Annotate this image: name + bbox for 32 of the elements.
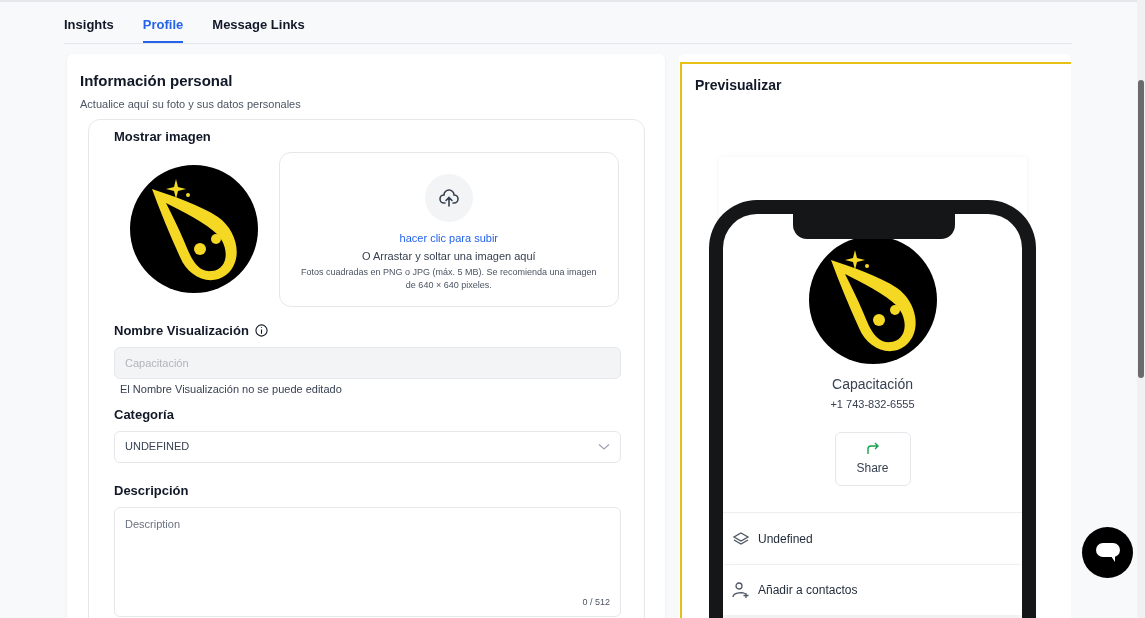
profile-name: Capacitación — [832, 374, 913, 394]
chat-bubble-icon — [1094, 541, 1121, 564]
profile-list-item[interactable]: Undefined — [723, 514, 1022, 564]
character-counter: 0 / 512 — [582, 595, 610, 609]
chat-button[interactable] — [1082, 527, 1133, 578]
share-arrow-icon — [865, 441, 880, 455]
upload-hint: Fotos cuadradas en PNG o JPG (máx. 5 MB). Se recomienda una imagen de 640 × 640 pixeles. — [299, 266, 598, 292]
field-label: Nombre Visualización — [114, 322, 249, 340]
item-label: Undefined — [758, 531, 813, 548]
chevron-down-icon — [598, 442, 610, 451]
upload-link[interactable]: hacer clic para subir — [399, 230, 498, 247]
tab[interactable]: Insights — [64, 15, 114, 43]
add-user-icon — [732, 581, 750, 599]
section-title: Previsualizar — [695, 75, 782, 95]
field-label: Descripción — [114, 481, 190, 500]
field-label: Mostrar imagen — [114, 127, 212, 146]
info-icon — [254, 324, 268, 338]
upload-icon — [424, 174, 473, 222]
share-button[interactable]: Share — [834, 432, 911, 486]
upload-text: O Arrastar y soltar una imagen aquí — [361, 248, 536, 264]
tab[interactable]: Profile — [142, 15, 184, 43]
section-subtitle: Actualice aquí su foto y sus datos personales — [80, 97, 302, 112]
field-note: El Nombre Visualización no se puede editado — [120, 381, 343, 397]
category-select[interactable]: UNDEFINED — [114, 430, 621, 463]
item-label: Añadir a contactos — [758, 582, 858, 599]
tab[interactable]: Message Links — [212, 15, 305, 43]
section-title: Información personal — [80, 70, 234, 91]
field-label: Categoría — [114, 406, 175, 424]
profile-list-item[interactable]: Añadir a contactos — [723, 565, 1022, 615]
upload-dropzone[interactable]: hacer clic para subir O Arrastar y soltar una imagen aquí Fotos cuadradas en PNG o JPG (máx. 5 MB). Se recomienda una imagen de 640 × 640 pixeles. — [278, 152, 619, 307]
profile-phone: +1 743-832-6555 — [830, 396, 915, 412]
layers-icon — [732, 531, 750, 547]
